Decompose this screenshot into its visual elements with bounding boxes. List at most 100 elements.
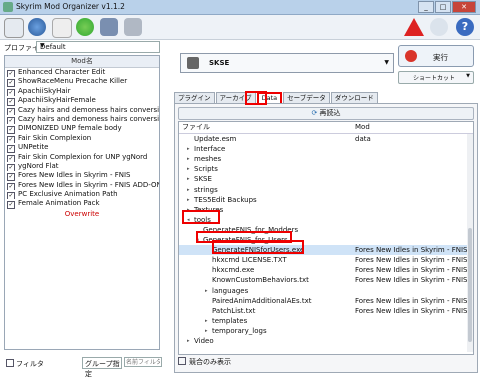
mod-list-item[interactable]: ✓ PC Exclusive Animation Path xyxy=(5,190,159,200)
expand-arrow-icon[interactable]: ▸ xyxy=(187,164,190,174)
mod-list-item[interactable]: ✓ UNPetite xyxy=(5,143,159,153)
mod-list-item[interactable]: ✓ DIMONIZED UNP female body xyxy=(5,124,159,134)
mod-list-item[interactable]: ✓ ShowRaceMenu Precache Killer xyxy=(5,77,159,87)
expand-arrow-icon[interactable]: ▸ xyxy=(187,195,190,205)
tree-row[interactable]: ◂ tools xyxy=(179,215,473,225)
scrollbar[interactable] xyxy=(467,134,473,352)
expand-arrow-icon[interactable]: ▸ xyxy=(187,144,190,154)
mod-enabled-checkbox[interactable]: ✓ xyxy=(7,79,15,87)
mod-name: Fair Skin Complexion xyxy=(18,133,92,142)
mod-enabled-checkbox[interactable]: ✓ xyxy=(7,70,15,78)
mod-name: Cazy hairs and demoness hairs conversion… xyxy=(18,114,159,123)
expand-arrow-icon[interactable]: ▸ xyxy=(205,316,208,326)
conflict-only-row: 競合のみ表示 xyxy=(178,357,231,367)
mod-enabled-checkbox[interactable]: ✓ xyxy=(7,173,15,181)
col-file-header[interactable]: ファイル xyxy=(182,122,210,133)
tree-row-name: Interface xyxy=(194,145,226,154)
mod-enabled-checkbox[interactable]: ✓ xyxy=(7,182,15,191)
tree-row-mod: Fores New Idles in Skyrim - FNIS xyxy=(355,266,468,275)
mod-list-item[interactable]: ✓ Fair Skin Complexion for UNP ygNord xyxy=(5,153,159,162)
mod-list-item[interactable]: ✓ Fores New Idles in Skyrim - FNIS xyxy=(5,171,159,181)
tree-row-mod: Fores New Idles in Skyrim - FNIS xyxy=(355,276,468,285)
tree-row-mod: data xyxy=(355,135,371,143)
tools-icon[interactable] xyxy=(124,18,142,36)
conflict-only-label: 競合のみ表示 xyxy=(189,358,231,366)
mod-list-item[interactable]: ✓ ApachiiSkyHair xyxy=(5,87,159,97)
tree-row[interactable]: ▸ temporary_logs xyxy=(179,326,473,336)
scrollbar-thumb[interactable] xyxy=(468,228,472,342)
app-icon xyxy=(3,2,13,12)
tree-row[interactable]: ▸ TES5Edit Backups xyxy=(179,195,473,205)
mod-enabled-checkbox[interactable]: ✓ xyxy=(7,116,15,125)
mod-enabled-checkbox[interactable]: ✓ xyxy=(7,126,15,134)
mod-list-item[interactable]: ✓ Fair Skin Complexion xyxy=(5,133,159,144)
mod-enabled-checkbox[interactable]: ✓ xyxy=(7,201,15,209)
mod-enabled-checkbox[interactable]: ✓ xyxy=(7,88,15,97)
filter-checkbox[interactable] xyxy=(6,359,14,367)
mod-enabled-checkbox[interactable]: ✓ xyxy=(7,145,15,153)
mod-list-item[interactable]: ✓ ygNord Flat xyxy=(5,162,159,172)
mod-enabled-checkbox[interactable]: ✓ xyxy=(7,107,15,115)
tree-row[interactable]: PatchList.txt Fores New Idles in Skyrim -… xyxy=(179,306,473,316)
expand-arrow-icon[interactable]: ▸ xyxy=(187,336,190,346)
tree-row[interactable]: ▸ strings xyxy=(179,185,473,195)
minimize-button[interactable]: _ xyxy=(418,1,434,13)
expand-arrow-icon[interactable]: ▸ xyxy=(187,174,190,184)
tree-row[interactable]: ▸ meshes xyxy=(179,154,473,164)
tree-row[interactable]: ▸ Video xyxy=(179,336,473,346)
update-icon[interactable] xyxy=(430,18,448,36)
name-filter-input[interactable] xyxy=(124,357,162,367)
expand-arrow-icon[interactable]: ▸ xyxy=(187,185,190,195)
profile-icon[interactable] xyxy=(4,18,24,38)
tree-row[interactable]: hkxcmd LICENSE.TXT Fores New Idles in Sky… xyxy=(179,255,473,265)
tree-row[interactable]: ▸ Interface xyxy=(179,144,473,154)
shortcut-button[interactable]: ショートカット ▼ xyxy=(398,71,474,84)
tree-row[interactable]: KnownCustomBehaviors.txt Fores New Idles … xyxy=(179,275,473,285)
help-icon[interactable]: ? xyxy=(456,18,474,36)
tree-row[interactable]: PairedAnimAdditionalAEs.txt Fores New Idl… xyxy=(179,296,473,306)
group-filter-select[interactable]: グループ指定 xyxy=(82,357,122,378)
tree-row[interactable]: ▸ SKSE xyxy=(179,174,473,184)
maximize-button[interactable]: □ xyxy=(435,1,451,13)
modlist-header[interactable]: Mod名 xyxy=(5,56,159,68)
mod-list-item[interactable]: ✓ Female Animation Pack xyxy=(5,199,159,209)
expand-arrow-icon[interactable]: ▸ xyxy=(205,326,208,336)
tab-0[interactable]: プラグイン xyxy=(174,92,215,103)
close-button[interactable]: ✕ xyxy=(452,1,476,13)
nexus-icon[interactable] xyxy=(28,18,46,36)
ini-icon[interactable] xyxy=(52,18,72,38)
tree-row[interactable]: ▸ templates xyxy=(179,316,473,326)
tree-row[interactable]: ▸ Textures xyxy=(179,205,473,215)
mod-list-item[interactable]: ✓Cazy hairs and demoness hairs conversio… xyxy=(5,106,159,115)
mod-enabled-checkbox[interactable]: ✓ xyxy=(7,163,15,172)
profile-select[interactable]: Default ▼ xyxy=(36,41,160,53)
refresh-button[interactable]: ⟳ 再読込 xyxy=(178,107,474,120)
expand-arrow-icon[interactable]: ▸ xyxy=(205,286,208,296)
settings-icon[interactable] xyxy=(76,18,94,36)
executable-select[interactable]: SKSE ▼ xyxy=(180,53,394,73)
mod-list-item[interactable]: ✓ ApachiiSkyHairFemale xyxy=(5,96,159,106)
tree-row[interactable]: Update.esm data xyxy=(179,134,473,144)
tree-row[interactable]: ▸ Scripts xyxy=(179,164,473,174)
mod-list-item[interactable]: ✓ Enhanced Character Edit xyxy=(5,68,159,78)
tree-row-name: languages xyxy=(212,286,249,295)
profile-row: プロファイル Default ▼ xyxy=(4,41,160,53)
mod-list-item[interactable]: ✓ Fores New Idles in Skyrim - FNIS ADD-ON xyxy=(5,181,159,191)
expand-arrow-icon[interactable]: ▸ xyxy=(187,154,190,164)
mod-enabled-checkbox[interactable]: ✓ xyxy=(7,154,15,162)
mod-enabled-checkbox[interactable]: ✓ xyxy=(7,98,15,106)
mod-list-item[interactable]: ✓Cazy hairs and demoness hairs conversio… xyxy=(5,114,159,125)
conflict-only-checkbox[interactable] xyxy=(178,357,186,365)
tree-row[interactable]: ▸ languages xyxy=(179,286,473,296)
run-button[interactable]: 実行 xyxy=(398,45,474,67)
col-mod-header[interactable]: Mod xyxy=(355,122,370,133)
overwrite-item[interactable]: Overwrite xyxy=(5,209,159,219)
tab-4[interactable]: ダウンロード xyxy=(330,92,378,103)
mod-enabled-checkbox[interactable]: ✓ xyxy=(7,192,15,200)
tab-3[interactable]: セーブデータ xyxy=(283,92,330,103)
warning-icon[interactable] xyxy=(404,18,424,36)
puzzle-icon[interactable] xyxy=(100,18,118,36)
mod-enabled-checkbox[interactable]: ✓ xyxy=(7,135,15,144)
chevron-down-icon: ▼ xyxy=(466,73,470,79)
tree-row[interactable]: hkxcmd.exe Fores New Idles in Skyrim - FN… xyxy=(179,265,473,275)
